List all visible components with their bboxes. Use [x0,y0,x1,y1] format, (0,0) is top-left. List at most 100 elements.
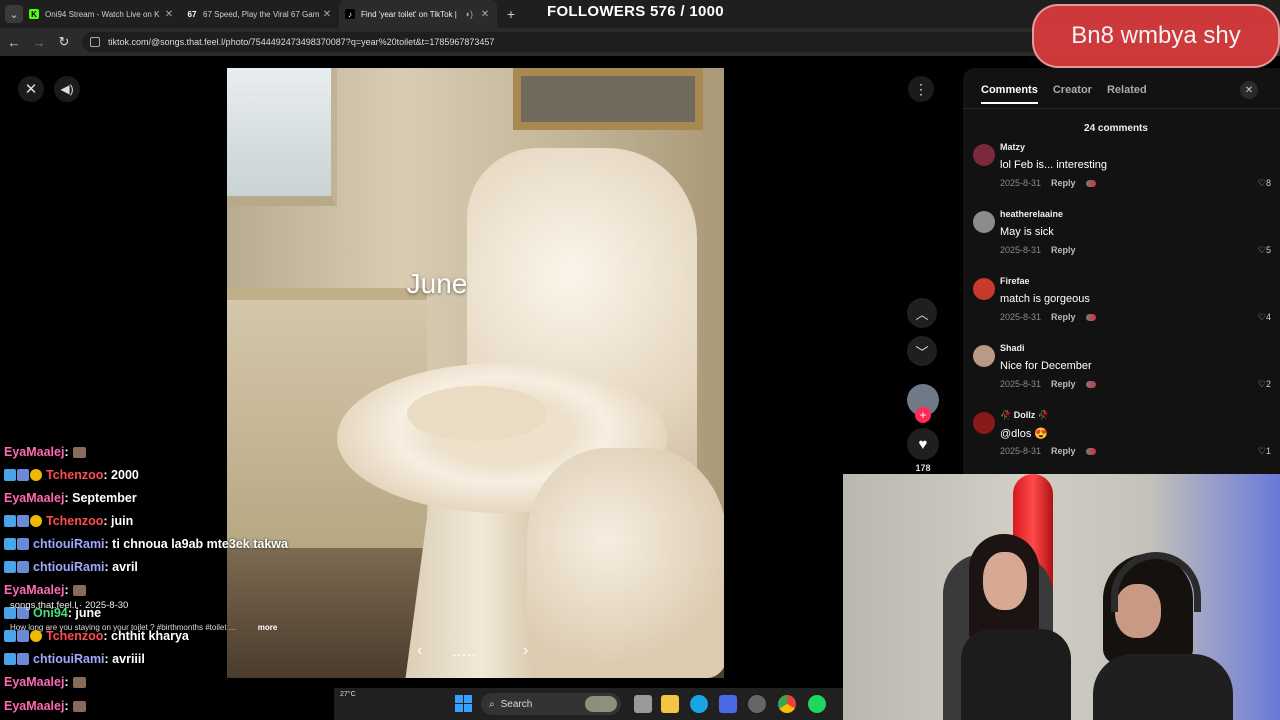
speaker-icon[interactable]: ◖) [465,9,473,19]
avatar[interactable] [973,278,995,300]
taskbar-search-label: Search [500,698,533,710]
comment-item: Firefae match is gorgeous 2025-8-31 Reply… [973,276,1273,338]
forward-arrow-icon[interactable]: → [28,31,50,53]
chat-username: Tchenzoo [46,468,104,482]
url-field[interactable]: tiktok.com/@songs.that.feel.l/photo/7544… [82,32,1042,52]
reply-button[interactable]: Reply [1051,446,1076,456]
weather-widget[interactable]: 27°C [340,691,356,698]
tab-close-icon[interactable]: ✕ [321,9,333,20]
comment-like-button[interactable]: ♡8 [1258,178,1271,189]
chat-username: Tchenzoo [46,514,104,528]
more-link[interactable]: more [258,623,278,632]
toilet-photo[interactable]: June ‹ ••••• › [227,68,724,678]
game-favicon-icon: 67 [187,9,197,19]
reply-button[interactable]: Reply [1051,379,1076,389]
tab-comments[interactable]: Comments [981,84,1038,104]
comment-text: May is sick [1000,226,1054,238]
tab-creator[interactable]: Creator [1053,84,1092,104]
followers-goal-overlay: FOLLOWERS 576 / 1000 [547,3,724,20]
chat-username: chtiouiRami [33,652,105,666]
avatar[interactable] [973,345,995,367]
comment-like-count: 8 [1265,178,1271,188]
taskbar-search[interactable]: ⌕ Search [481,693,621,715]
avatar[interactable] [973,211,995,233]
comment-text: match is gorgeous [1000,293,1090,305]
store-icon[interactable] [719,695,737,713]
chat-message: Tchenzoo : 2000 [4,465,139,485]
task-view-icon[interactable] [634,695,652,713]
file-explorer-icon[interactable] [661,695,679,713]
like-count: 178 [915,463,931,473]
chat-message: EyaMaalej : September [4,488,137,508]
windows-start-icon[interactable] [455,695,473,713]
chrome-icon[interactable] [778,695,796,713]
chat-username: EyaMaalej [4,583,65,597]
volume-icon[interactable]: ◀) [54,76,80,102]
comment-username[interactable]: Matzy [1000,142,1025,152]
tab-title: Find 'year toilet' on TikTok | [361,9,457,19]
spotify-icon[interactable] [808,695,826,713]
comment-like-button[interactable]: ♡5 [1258,245,1271,256]
comment-like-button[interactable]: ♡4 [1258,312,1271,323]
chat-badges [4,561,29,573]
reply-button[interactable]: Reply [1051,178,1076,188]
comment-text: lol Feb is... interesting [1000,159,1107,171]
follow-plus-icon[interactable]: + [915,407,931,423]
comment-date: 2025-8-31 [1000,446,1042,456]
reload-icon[interactable]: ↻ [53,31,75,53]
tab-search-chevron-icon[interactable]: ⌄ [5,5,23,23]
chat-text: : 2000 [103,468,139,482]
site-info-icon[interactable] [90,37,100,47]
tab-close-icon[interactable]: ✕ [163,9,175,20]
avatar[interactable] [973,144,995,166]
back-arrow-icon[interactable]: ← [3,31,25,53]
comment-item: heatherelaaine May is sick 2025-8-31 Repl… [973,209,1273,271]
divider [963,108,1280,109]
settings-gear-icon[interactable] [748,695,766,713]
comment-username[interactable]: heatherelaaine [1000,209,1063,219]
edge-icon[interactable] [690,695,708,713]
reply-button[interactable]: Reply [1051,312,1076,322]
previous-post-chevron-up-icon[interactable]: ︿ [907,298,937,328]
new-tab-plus-icon[interactable]: + [501,6,521,22]
next-post-chevron-down-icon[interactable]: ﹀ [907,336,937,366]
like-heart-icon[interactable]: ♥ [907,428,939,460]
comment-username[interactable]: Firefae [1000,276,1030,286]
chat-text: : avril [104,560,138,574]
photo-fur [527,448,724,678]
comment-username[interactable]: Shadi [1000,343,1025,353]
next-photo-chevron-icon[interactable]: › [523,642,528,660]
comment-like-button[interactable]: ♡2 [1258,379,1271,390]
tab-related[interactable]: Related [1107,84,1147,104]
chat-badges [4,469,42,481]
chat-message: chtiouiRami : avriiil [4,649,145,669]
more-options-icon[interactable]: ⋮ [908,76,934,102]
search-highlight-image [585,696,617,712]
creator-liked-icon [1085,313,1096,321]
search-icon: ⌕ [489,698,495,710]
close-viewer-icon[interactable]: ✕ [18,76,44,102]
close-panel-icon[interactable]: ✕ [1240,81,1258,99]
creator-liked-icon [1085,380,1096,388]
avatar[interactable] [973,412,995,434]
tab-67-speed[interactable]: 67 67 Speed, Play the Viral 67 Gam ✕ [181,0,339,28]
photo-frame [513,68,703,130]
reply-button[interactable]: Reply [1051,245,1076,255]
chat-badges [4,538,29,550]
prev-photo-chevron-icon[interactable]: ‹ [417,642,422,660]
comment-like-button[interactable]: ♡1 [1258,446,1271,457]
post-author-line[interactable]: songs.that.feel.l · 2025-8-30 [10,600,128,611]
comment-like-count: 1 [1265,446,1271,456]
kick-favicon-icon: K [29,9,39,19]
tab-tiktok[interactable]: ♪ Find 'year toilet' on TikTok | ◖) ✕ [339,0,497,28]
chat-text: : September [64,491,137,505]
panel-tabs: Comments Creator Related [981,84,1147,104]
comment-like-count: 4 [1265,312,1271,322]
chat-message: EyaMaalej : [4,442,86,462]
tab-close-icon[interactable]: ✕ [479,9,491,20]
emote-icon [72,446,86,458]
webcam-person-left [961,534,1081,720]
chat-username: chtiouiRami [33,560,105,574]
tab-kick-stream[interactable]: K Oni94 Stream - Watch Live on K ✕ [23,0,181,28]
comment-username[interactable]: 🥀 Dollz 🥀 [1000,410,1049,421]
